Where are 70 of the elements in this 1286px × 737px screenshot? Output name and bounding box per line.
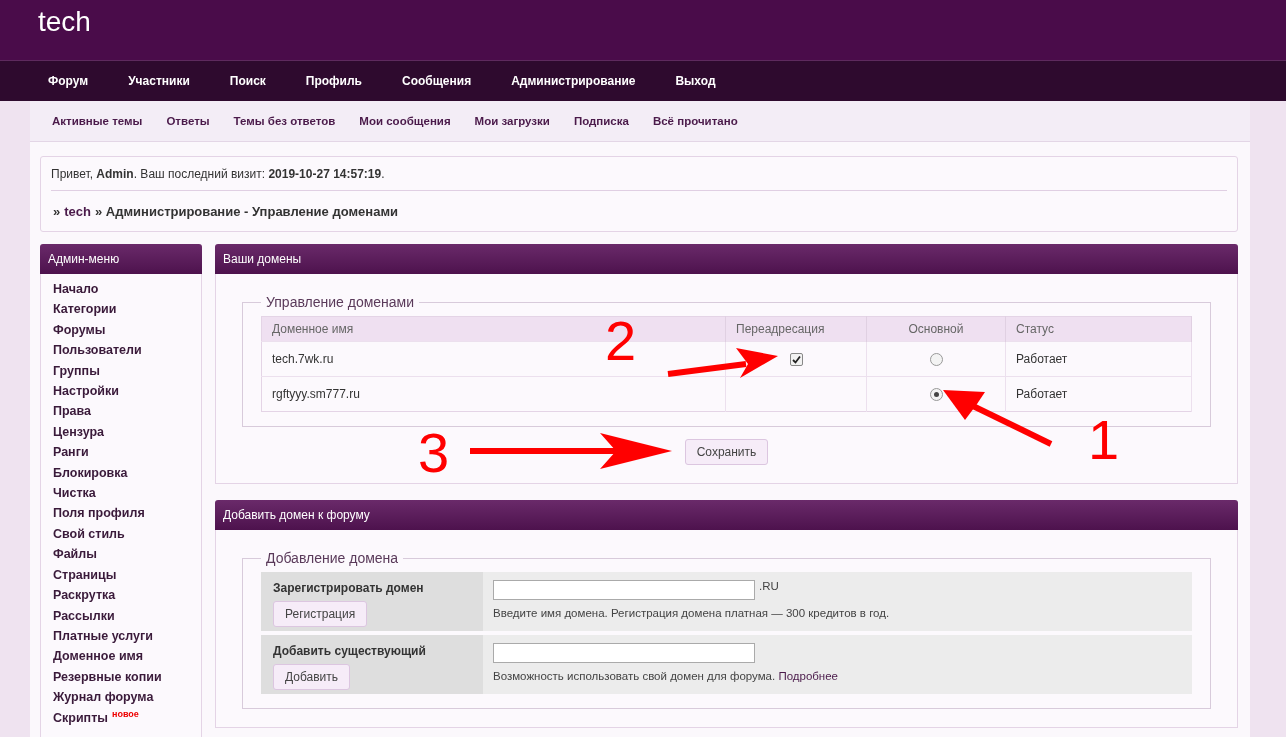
annotation-number: 3 (418, 425, 450, 481)
table-cell: Работает (1005, 376, 1192, 412)
nav-link[interactable]: Поиск (229, 74, 266, 88)
hint-text: Введите имя домена. Регистрация домена платная — 300 кредитов в год. (493, 607, 890, 619)
sidebar-item[interactable]: Скрипты (53, 710, 108, 725)
sidebar-item[interactable]: Цензура (53, 424, 105, 439)
fieldset-legend: Добавление домена (261, 550, 404, 566)
panel-header: Добавить домен к форуму (215, 500, 1238, 530)
sub-nav-link[interactable]: Ответы (166, 115, 210, 127)
column-header: Основной (866, 316, 1006, 342)
sidebar-item[interactable]: Права (53, 404, 92, 419)
nav-link[interactable]: Администрирование (511, 74, 636, 88)
sidebar-item[interactable]: Доменное имя (53, 649, 144, 664)
checkmark-icon (791, 355, 801, 365)
sub-nav-link[interactable]: Активные темы (52, 115, 143, 127)
sidebar-item[interactable]: Поля профиля (53, 506, 145, 521)
sidebar-item[interactable]: Ранги (53, 445, 89, 460)
redirect-checkbox[interactable] (789, 353, 803, 367)
panel-header: Ваши домены (215, 244, 1238, 274)
sub-nav-link[interactable]: Темы без ответов (233, 115, 336, 127)
sub-nav-link[interactable]: Мои сообщения (359, 115, 451, 127)
sidebar-item[interactable]: Раскрутка (53, 588, 116, 603)
form-label: Добавить существующий (273, 644, 426, 658)
action-button[interactable]: Добавить (273, 664, 351, 690)
action-button[interactable]: Регистрация (273, 601, 368, 627)
more-link[interactable]: Подробнее (778, 670, 838, 682)
sidebar-item[interactable]: Начало (53, 282, 99, 296)
table-cell: Работает (1005, 341, 1192, 377)
annotation-number: 1 (1088, 412, 1120, 468)
nav-link[interactable]: Профиль (305, 74, 362, 88)
sidebar-item[interactable]: Журнал форума (53, 690, 154, 705)
sidebar-item[interactable]: Свой стиль (53, 526, 125, 541)
nav-link[interactable]: Форум (48, 74, 89, 88)
sidebar-item[interactable]: Форумы (53, 322, 106, 337)
sidebar-item[interactable]: Чистка (53, 486, 96, 501)
sidebar-item[interactable]: Группы (53, 363, 100, 378)
sidebar-item[interactable]: Резервные копии (53, 669, 162, 684)
greeting-text: Привет, Admin. Ваш последний визит: 2019-10-27 14:57:19. (51, 157, 1227, 191)
domain-input[interactable] (493, 580, 755, 600)
sub-nav-link[interactable]: Подписка (573, 115, 629, 127)
breadcrumb-separator: » (53, 204, 61, 219)
domain-suffix: .RU (759, 580, 779, 592)
sub-nav-link[interactable]: Мои загрузки (474, 115, 550, 127)
breadcrumb-path: » Администрирование - Управление доменами (94, 204, 398, 219)
form-label: Зарегистрировать домен (273, 581, 424, 595)
sidebar-item[interactable]: Рассылки (53, 608, 115, 623)
nav-link[interactable]: Выход (675, 74, 716, 88)
site-logo[interactable]: tech (38, 6, 91, 38)
fieldset-legend: Управление доменами (261, 294, 420, 310)
column-header: Статус (1005, 316, 1192, 342)
column-header: Переадресация (725, 316, 867, 342)
sidebar-item[interactable]: Платные услуги (53, 628, 153, 643)
breadcrumb-link[interactable]: tech (64, 204, 91, 219)
sidebar-item[interactable]: Категории (53, 302, 117, 317)
sidebar-header: Админ-меню (40, 244, 202, 274)
sidebar-item[interactable]: Пользователи (53, 343, 142, 358)
hint-text: Возможность использовать свой домен для форума. Подробнее (493, 670, 838, 682)
primary-radio[interactable] (929, 388, 943, 402)
table-cell: rgftyyy.sm777.ru (261, 376, 726, 412)
save-button[interactable]: Сохранить (684, 439, 769, 465)
sub-nav-link[interactable]: Всё прочитано (652, 115, 738, 127)
sidebar-item[interactable]: Файлы (53, 547, 97, 562)
sidebar-item[interactable]: Страницы (53, 567, 117, 582)
sidebar-item[interactable]: Блокировка (53, 465, 128, 480)
domain-input[interactable] (493, 643, 755, 663)
nav-link[interactable]: Сообщения (402, 74, 472, 88)
primary-radio[interactable] (929, 353, 943, 367)
sidebar-item[interactable]: Настройки (53, 384, 119, 399)
new-label: новое (111, 708, 139, 719)
nav-link[interactable]: Участники (128, 74, 190, 88)
